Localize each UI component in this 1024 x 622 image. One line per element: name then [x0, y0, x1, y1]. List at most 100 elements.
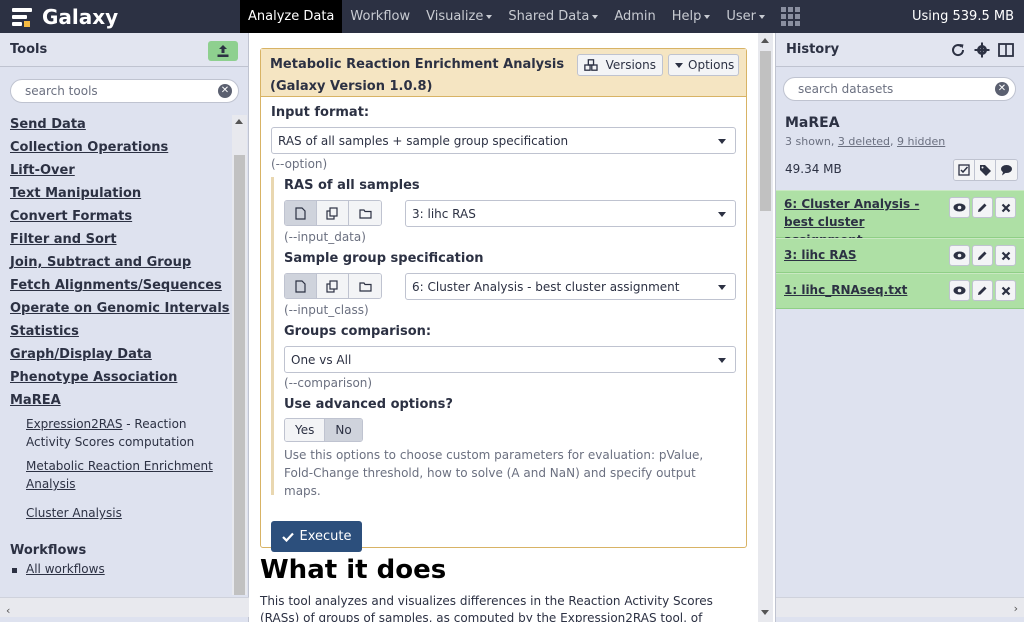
nav-admin[interactable]: Admin [606, 0, 663, 33]
no-option[interactable]: No [325, 419, 362, 441]
tool-section[interactable]: Statistics [0, 320, 232, 343]
tool-section[interactable]: Operate on Genomic Intervals [0, 297, 232, 320]
upload-button[interactable] [208, 41, 238, 61]
galaxy-logo-icon [10, 6, 34, 28]
clear-search-icon[interactable]: ✕ [218, 84, 232, 98]
deleted-link[interactable]: 3 deleted [838, 135, 890, 148]
tags-icon [979, 165, 991, 176]
scroll-up-icon[interactable] [761, 38, 769, 43]
center-scrollbar[interactable] [758, 33, 773, 622]
masthead: Galaxy Analyze Data Workflow Visualize S… [0, 0, 1024, 33]
quota-meter[interactable]: Using 539.5 MB [912, 0, 1014, 33]
tool-link-cluster-analysis[interactable]: Cluster Analysis [0, 496, 232, 525]
nav-label: User [726, 9, 757, 24]
versions-label: Versions [605, 58, 656, 72]
nav-user[interactable]: User [718, 0, 773, 33]
collapse-left-icon[interactable]: ‹ [6, 604, 10, 617]
input-format-select[interactable]: RAS of all samples + sample group specif… [271, 127, 736, 154]
nav-help[interactable]: Help [664, 0, 719, 33]
yes-option[interactable]: Yes [285, 419, 326, 441]
tool-section[interactable]: Collection Operations [0, 136, 232, 159]
scroll-down-icon[interactable] [761, 610, 769, 615]
multiple-datasets-button[interactable] [317, 201, 349, 225]
upload-icon [217, 45, 229, 57]
tool-version: (Galaxy Version 1.0.8) [270, 79, 433, 94]
history-search-input[interactable]: search datasets ✕ [783, 77, 1016, 101]
history-panel-hscroll[interactable]: › [776, 597, 1024, 617]
eye-icon[interactable] [949, 245, 970, 266]
file-icon [295, 279, 306, 293]
tool-section[interactable]: Convert Formats [0, 205, 232, 228]
tool-section[interactable]: Text Manipulation [0, 182, 232, 205]
tool-panel-hscroll[interactable]: ‹ [0, 597, 249, 617]
tool-section[interactable]: Filter and Sort [0, 228, 232, 251]
hidden-link[interactable]: 9 hidden [897, 135, 945, 148]
dataset-title[interactable]: 3: lihc RAS [784, 246, 857, 264]
collection-button[interactable] [349, 274, 381, 298]
folder-icon [358, 281, 372, 292]
nav-label: Admin [614, 9, 656, 24]
pencil-icon[interactable] [972, 245, 993, 266]
ras-select[interactable]: 3: lihc RAS [405, 200, 736, 227]
group-source-toggle [284, 273, 382, 299]
all-workflows-link[interactable]: All workflows [0, 560, 232, 578]
scroll-thumb[interactable] [234, 155, 245, 595]
refresh-icon[interactable] [950, 42, 966, 58]
single-dataset-button[interactable] [285, 201, 317, 225]
tool-link-marea[interactable]: Metabolic Reaction Enrichment Analysis [0, 454, 232, 496]
tool-section[interactable]: Phenotype Association [0, 366, 232, 389]
nav-scratchbook[interactable] [773, 0, 808, 33]
conditional-bar [271, 177, 274, 495]
tags-button[interactable] [975, 160, 996, 180]
counts-separator: , [890, 135, 898, 148]
eye-icon[interactable] [949, 280, 970, 301]
pencil-icon[interactable] [972, 197, 993, 218]
scroll-thumb[interactable] [760, 51, 771, 211]
execute-button[interactable]: Execute [271, 521, 362, 552]
pencil-icon[interactable] [972, 280, 993, 301]
tool-section[interactable]: Fetch Alignments/Sequences [0, 274, 232, 297]
comparison-select[interactable]: One vs All [284, 346, 736, 373]
delete-icon[interactable] [995, 245, 1016, 266]
options-button[interactable]: Options [668, 54, 739, 76]
collection-button[interactable] [349, 201, 381, 225]
clear-search-icon[interactable]: ✕ [995, 82, 1009, 96]
versions-button[interactable]: Versions [577, 54, 663, 76]
dataset-title[interactable]: 1: lihc_RNAseq.txt [784, 281, 907, 299]
tool-link-expression2ras[interactable]: Expression2RAS - Reaction Activity Score… [0, 412, 232, 454]
center-panel: Metabolic Reaction Enrichment Analysis (… [250, 33, 774, 622]
group-spec-select[interactable]: 6: Cluster Analysis - best cluster assig… [405, 273, 736, 300]
dataset-item[interactable]: 1: lihc_RNAseq.txt [776, 273, 1024, 309]
delete-icon[interactable] [995, 197, 1016, 218]
annotation-button[interactable] [996, 160, 1017, 180]
columns-icon[interactable] [998, 42, 1014, 58]
select-datasets-button[interactable] [954, 160, 975, 180]
delete-icon[interactable] [995, 280, 1016, 301]
dataset-item[interactable]: 3: lihc RAS [776, 238, 1024, 273]
eye-icon[interactable] [949, 197, 970, 218]
history-search-placeholder: search datasets [798, 82, 894, 96]
tool-section-marea[interactable]: MaREA [0, 389, 232, 412]
tool-panel-scrollbar[interactable] [232, 115, 247, 595]
dataset-item[interactable]: 6: Cluster Analysis - best cluster assig… [776, 190, 1024, 247]
tool-search-input[interactable]: search tools ✕ [10, 79, 239, 103]
scroll-up-icon[interactable] [235, 119, 243, 124]
brand[interactable]: Galaxy [10, 0, 118, 33]
nav-shared-data[interactable]: Shared Data [500, 0, 606, 33]
history-name[interactable]: MaREA [785, 115, 840, 131]
tool-section[interactable]: Send Data [0, 113, 232, 136]
tool-section[interactable]: Join, Subtract and Group [0, 251, 232, 274]
nav-analyze-data[interactable]: Analyze Data [240, 0, 343, 33]
help-heading: What it does [260, 555, 447, 585]
tool-section[interactable]: Lift-Over [0, 159, 232, 182]
tool-section[interactable]: Graph/Display Data [0, 343, 232, 366]
single-dataset-button[interactable] [285, 274, 317, 298]
multiple-datasets-button[interactable] [317, 274, 349, 298]
history-counts: 3 shown, 3 deleted, 9 hidden [785, 135, 945, 148]
nav-workflow[interactable]: Workflow [342, 0, 418, 33]
ras-source-toggle [284, 200, 382, 226]
tool-name: Cluster Analysis [26, 506, 122, 520]
gear-icon[interactable] [974, 42, 990, 58]
collapse-right-icon[interactable]: › [1014, 602, 1018, 615]
nav-visualize[interactable]: Visualize [418, 0, 500, 33]
